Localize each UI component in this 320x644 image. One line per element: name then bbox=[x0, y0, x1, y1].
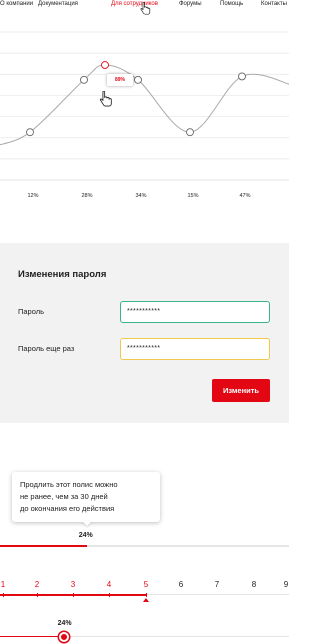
step-item[interactable]: 6 bbox=[176, 580, 186, 589]
chart-x-tick-label: 34% bbox=[135, 193, 146, 199]
chart-point[interactable] bbox=[186, 128, 194, 137]
hint-line-1: Продлить этот полис можно bbox=[20, 480, 118, 489]
chart-point-active[interactable] bbox=[101, 61, 109, 69]
step-tick bbox=[73, 593, 74, 597]
panel-title: Изменения пароля bbox=[18, 269, 107, 280]
line-chart: 12% 28% 34% 15% 47% 89% bbox=[0, 14, 289, 214]
chart-x-tick-label: 47% bbox=[239, 193, 250, 199]
chart-x-tick-label: 12% bbox=[27, 193, 38, 199]
chart-svg: 12% 28% 34% 15% 47% bbox=[0, 31, 289, 199]
nav-item-docs[interactable]: Документация bbox=[38, 0, 78, 8]
hint-arrow bbox=[82, 521, 92, 526]
step-item[interactable]: 3 bbox=[68, 580, 78, 589]
chart-point[interactable] bbox=[26, 128, 34, 137]
nav-item-about[interactable]: О компании bbox=[0, 0, 33, 8]
chart-point[interactable] bbox=[134, 75, 142, 84]
password-repeat-label: Пароль еще раз bbox=[18, 344, 75, 353]
nav-item-help[interactable]: Помощь bbox=[220, 0, 243, 8]
progress-fill bbox=[0, 545, 87, 547]
step-item[interactable]: 5 bbox=[141, 580, 151, 589]
hint-line-3: до окончания его действия bbox=[20, 504, 115, 513]
step-item[interactable]: 1 bbox=[0, 580, 8, 589]
password-label: Пароль bbox=[18, 307, 45, 316]
step-item[interactable]: 8 bbox=[249, 580, 259, 589]
hint-line-2: не ранее, чем за 30 дней bbox=[20, 492, 108, 501]
chart-x-tick-label: 28% bbox=[81, 193, 92, 199]
progress-track bbox=[0, 545, 289, 547]
slider-fill bbox=[0, 636, 64, 637]
nav-item-forums[interactable]: Форумы bbox=[179, 0, 202, 8]
step-item[interactable]: 4 bbox=[104, 580, 114, 589]
chart-tooltip: 89% bbox=[107, 74, 133, 86]
step-item[interactable]: 7 bbox=[212, 580, 222, 589]
chart-point[interactable] bbox=[80, 75, 88, 84]
password-change-panel: Изменения пароля Пароль *********** Паро… bbox=[0, 243, 289, 423]
chart-point[interactable] bbox=[238, 72, 246, 81]
password-repeat-field[interactable]: *********** bbox=[120, 338, 270, 360]
step-tick bbox=[109, 593, 110, 597]
slider-label: 24% bbox=[57, 620, 72, 627]
step-scale: 1 2 3 4 5 6 7 8 9 bbox=[0, 580, 289, 608]
hint-tooltip: Продлить этот полис можно не ранее, чем … bbox=[12, 472, 160, 522]
step-tick bbox=[3, 593, 4, 597]
slider-thumb[interactable] bbox=[58, 632, 69, 642]
chart-x-tick-label: 15% bbox=[187, 193, 198, 199]
change-password-button[interactable]: Изменить bbox=[212, 379, 270, 402]
step-tick bbox=[37, 593, 38, 597]
step-item[interactable]: 9 bbox=[281, 580, 291, 589]
current-step-marker bbox=[143, 598, 149, 602]
step-item[interactable]: 2 bbox=[32, 580, 42, 589]
progress-label: 24% bbox=[78, 532, 93, 539]
password-field[interactable]: *********** bbox=[120, 301, 270, 323]
nav-item-contacts[interactable]: Контакты bbox=[261, 0, 287, 8]
step-tick bbox=[146, 593, 147, 597]
slider-track[interactable] bbox=[0, 636, 289, 637]
